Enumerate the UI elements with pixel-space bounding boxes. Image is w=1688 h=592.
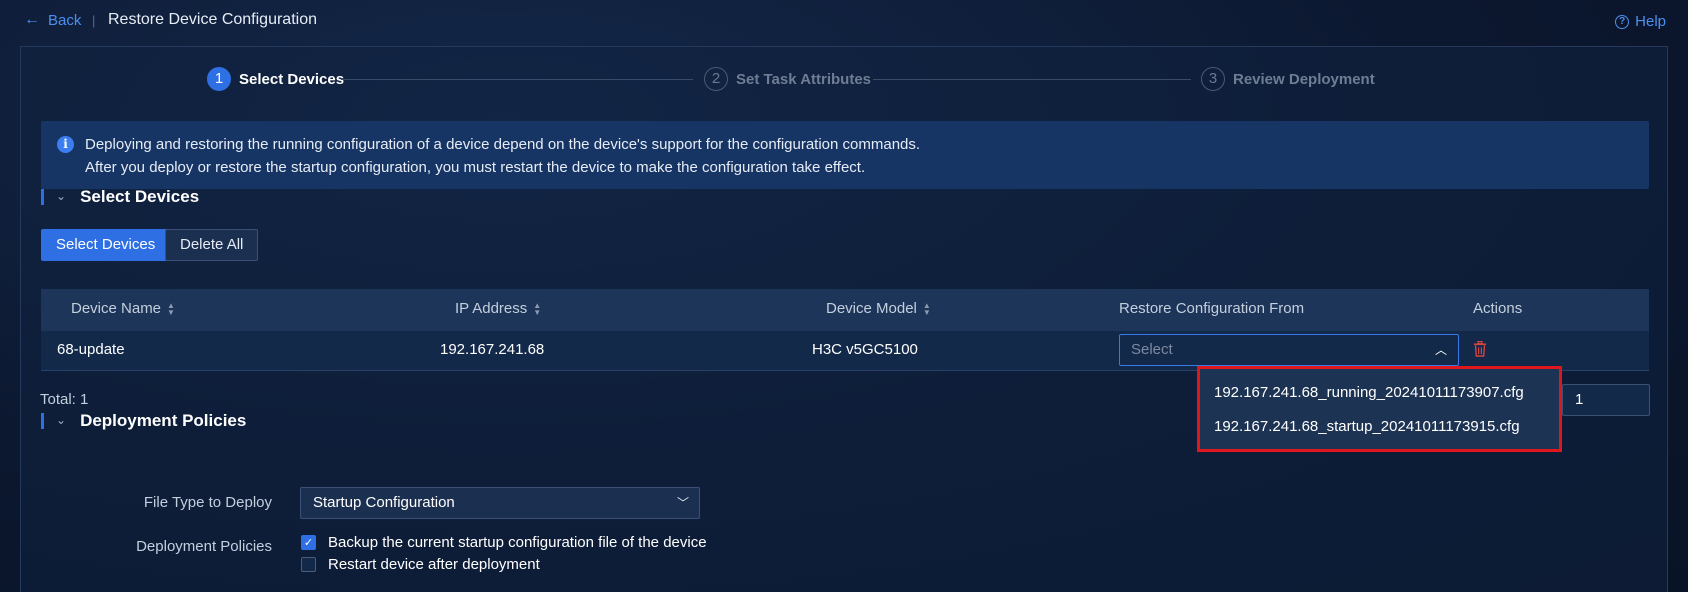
column-header-ip-address[interactable]: IP Address ▲ ▼ xyxy=(455,300,541,317)
restart-device-checkbox[interactable]: Restart device after deployment xyxy=(301,556,540,573)
sort-icon: ▲ ▼ xyxy=(167,300,175,317)
checkbox-checked[interactable]: ✓ xyxy=(301,535,316,550)
step-select-devices: 1 Select Devices xyxy=(207,67,344,91)
column-header-restore-from: Restore Configuration From xyxy=(1119,300,1305,317)
step-connector xyxy=(341,79,693,80)
step-label: Set Task Attributes xyxy=(736,70,872,88)
select-placeholder: Select xyxy=(1131,341,1173,358)
page-number-input[interactable]: 1 xyxy=(1562,384,1650,416)
step-number: 1 xyxy=(207,67,231,91)
table-total: Total: 1 xyxy=(40,391,89,408)
chevron-down-icon: ⌄ xyxy=(56,413,67,427)
chevron-up-icon: ︿ xyxy=(1434,343,1447,357)
dropdown-option-running[interactable]: 192.167.241.68_running_20241011173907.cf… xyxy=(1200,380,1559,414)
help-label: Help xyxy=(1635,13,1666,30)
cell-device-model: H3C v5GC5100 xyxy=(812,341,918,358)
column-header-device-model[interactable]: Device Model ▲ ▼ xyxy=(826,300,931,317)
info-line-1: Deploying and restoring the running conf… xyxy=(85,136,921,153)
step-label: Review Deployment xyxy=(1233,70,1375,88)
checkbox-unchecked[interactable] xyxy=(301,557,316,572)
table-row: 68-update 192.167.241.68 H3C v5GC5100 Se… xyxy=(41,331,1649,371)
section-accent-bar xyxy=(41,189,44,205)
section-title: Deployment Policies xyxy=(80,411,247,430)
chevron-down-icon: ⌄ xyxy=(56,189,67,203)
restore-from-select[interactable]: Select ︿ xyxy=(1119,334,1459,366)
deployment-policies-label: Deployment Policies xyxy=(136,538,272,555)
section-title: Select Devices xyxy=(80,187,200,206)
select-devices-button[interactable]: Select Devices xyxy=(41,229,171,261)
help-link[interactable]: ? Help xyxy=(1615,13,1666,30)
cell-ip-address: 192.167.241.68 xyxy=(440,341,545,358)
header-separator: | xyxy=(92,13,96,28)
file-type-select[interactable]: Startup Configuration ﹀ xyxy=(300,487,700,519)
devices-table: Device Name ▲ ▼ IP Address ▲ ▼ Device Mode… xyxy=(41,289,1649,371)
step-set-task-attributes: 2 Set Task Attributes xyxy=(704,67,871,91)
info-banner: i Deploying and restoring the running co… xyxy=(41,121,1649,189)
back-label: Back xyxy=(48,11,82,29)
dropdown-option-startup[interactable]: 192.167.241.68_startup_20241011173915.cf… xyxy=(1200,414,1559,448)
delete-all-button[interactable]: Delete All xyxy=(165,229,259,261)
trash-icon[interactable] xyxy=(1473,341,1487,357)
step-connector xyxy=(873,79,1191,80)
restore-from-dropdown: 192.167.241.68_running_20241011173907.cf… xyxy=(1197,366,1562,452)
cell-device-name: 68-update xyxy=(57,341,125,358)
file-type-label: File Type to Deploy xyxy=(143,494,272,511)
backup-startup-checkbox[interactable]: ✓ Backup the current startup configurati… xyxy=(301,534,707,551)
file-type-value: Startup Configuration xyxy=(313,494,455,511)
step-number: 3 xyxy=(1201,67,1225,91)
chevron-down-icon: ﹀ xyxy=(676,496,689,510)
checkbox-label: Backup the current startup configuration… xyxy=(328,534,707,551)
step-number: 2 xyxy=(704,67,728,91)
info-icon: i xyxy=(57,136,74,153)
step-label: Select Devices xyxy=(239,70,345,88)
table-header: Device Name ▲ ▼ IP Address ▲ ▼ Device Mode… xyxy=(41,289,1649,331)
section-select-devices[interactable]: ⌄ Select Devices xyxy=(41,187,199,207)
column-header-device-name[interactable]: Device Name ▲ ▼ xyxy=(71,300,175,317)
help-icon: ? xyxy=(1615,14,1630,29)
top-bar: ← Back | Restore Device Configuration ? … xyxy=(0,0,1688,44)
step-review-deployment: 3 Review Deployment xyxy=(1201,67,1375,91)
sort-icon: ▲ ▼ xyxy=(922,300,931,317)
checkbox-label: Restart device after deployment xyxy=(328,556,540,573)
column-header-actions: Actions xyxy=(1473,300,1523,317)
arrow-left-icon: ← xyxy=(24,11,40,28)
sort-icon: ▲ ▼ xyxy=(533,300,542,317)
page-title: Restore Device Configuration xyxy=(108,11,317,28)
info-line-2: After you deploy or restore the startup … xyxy=(85,159,866,176)
back-link[interactable]: ← Back xyxy=(24,11,81,29)
section-deployment-policies[interactable]: ⌄ Deployment Policies xyxy=(41,411,246,431)
section-accent-bar xyxy=(41,413,44,429)
